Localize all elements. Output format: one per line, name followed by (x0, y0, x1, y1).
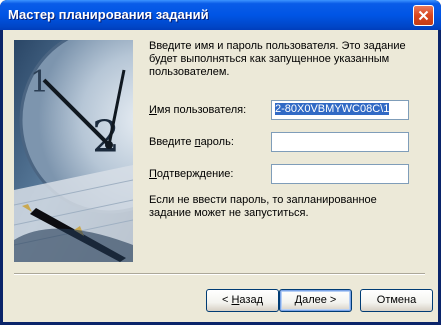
window-title: Мастер планирования заданий (8, 7, 209, 22)
confirm-label-hotkey: П (149, 168, 157, 180)
password-label-prefix: Введите (149, 136, 195, 148)
next-button-hotkey: Д (294, 294, 303, 306)
next-button[interactable]: Далее > (279, 289, 352, 312)
username-label: Имя пользователя: (149, 104, 246, 116)
dialog-body: 2 1 Введите имя и пароль пользователя. Э… (3, 30, 438, 322)
next-button-label: алее > (302, 294, 337, 306)
password-label-text: ароль: (200, 136, 234, 148)
username-label-hotkey: И (149, 104, 157, 116)
clock-and-pen-illustration: 2 1 (14, 40, 133, 262)
back-button-label: азад (239, 294, 263, 306)
back-button[interactable]: < Назад (206, 289, 279, 312)
svg-text:2: 2 (92, 112, 120, 163)
password-label: Введите пароль: (149, 136, 234, 148)
username-value: 2-80X0VBMYWC08C\1 (275, 103, 390, 115)
wizard-window: Мастер планирования заданий 2 1 Введите … (0, 0, 441, 325)
intro-text: Введите имя и пароль пользователя. Это з… (149, 40, 406, 78)
title-bar[interactable]: Мастер планирования заданий (0, 0, 441, 30)
username-input[interactable]: 2-80X0VBMYWC08C\1 (271, 100, 409, 120)
username-label-text: мя пользователя: (156, 104, 247, 116)
password-input[interactable] (271, 132, 409, 152)
separator (14, 273, 425, 275)
close-button[interactable] (413, 5, 434, 26)
confirm-label: Подтверждение: (149, 168, 233, 180)
cancel-button[interactable]: Отмена (360, 289, 433, 312)
confirm-label-text: одтверждение: (156, 168, 234, 180)
warning-note: Если не ввести пароль, то запланированно… (149, 194, 377, 219)
close-icon (418, 10, 429, 21)
confirm-password-input[interactable] (271, 164, 409, 184)
